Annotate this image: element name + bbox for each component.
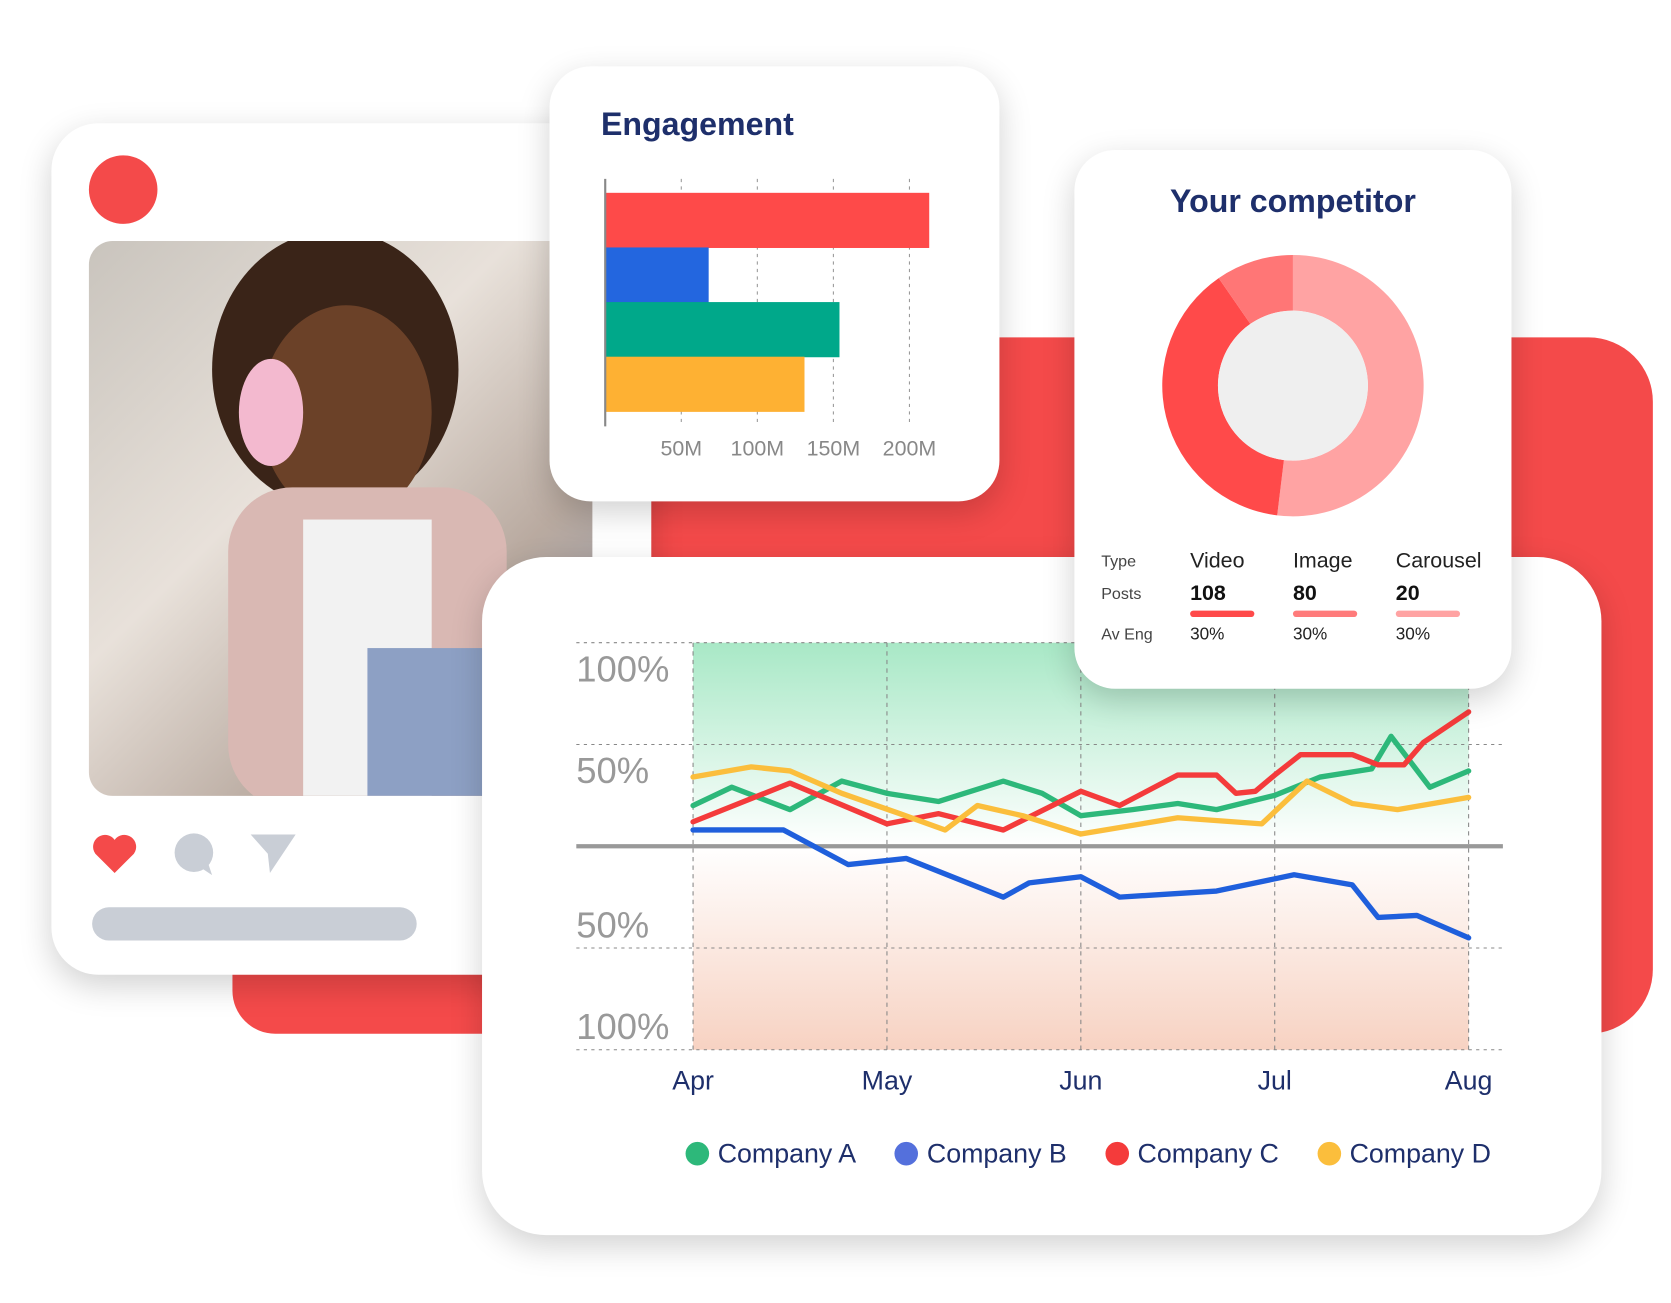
y-tick-label: 50%	[576, 904, 649, 945]
posts-bar-image	[1292, 610, 1358, 618]
comment-icon[interactable]	[174, 833, 214, 876]
legend-company-c[interactable]: Company C	[1105, 1139, 1279, 1170]
profile-avatar-dot[interactable]	[88, 155, 158, 224]
legend-dot-icon	[894, 1141, 919, 1166]
donut-hole	[1217, 310, 1368, 461]
legend-company-a[interactable]: Company A	[685, 1138, 857, 1170]
x-tick-label: Jul	[1258, 1065, 1292, 1095]
x-tick-label: 200M	[883, 436, 937, 460]
x-tick-label: 100M	[731, 436, 785, 460]
posts-video: 108	[1190, 581, 1226, 606]
y-tick-label: 50%	[576, 750, 649, 791]
send-icon[interactable]	[250, 834, 296, 874]
caption-placeholder-bar	[92, 907, 417, 941]
legend-company-b[interactable]: Company B	[894, 1138, 1067, 1170]
legend-dot-icon	[1105, 1141, 1129, 1166]
heart-icon[interactable]	[93, 834, 137, 874]
engagement-bar-chart: 50M 100M 150M 200M	[604, 178, 937, 460]
col-type-video: Video	[1190, 549, 1245, 574]
av-eng-video: 30%	[1190, 625, 1225, 644]
y-tick-label: 100%	[576, 1006, 669, 1047]
chart-legend: Company A Company B Company C Company D	[685, 1138, 1491, 1170]
legend-dot-icon	[685, 1141, 710, 1166]
av-eng-carousel: 30%	[1395, 625, 1431, 644]
col-type-carousel: Carousel	[1395, 549, 1482, 574]
competitor-title: Your competitor	[1170, 184, 1416, 220]
competitor-card: Your competitor Type Posts Av Eng Video …	[1074, 149, 1512, 689]
bar	[605, 192, 930, 248]
row-label-av-eng: Av Eng	[1101, 625, 1153, 644]
legend-label: Company C	[1137, 1138, 1279, 1169]
av-eng-image: 30%	[1292, 625, 1328, 644]
posts-bar-carousel	[1395, 610, 1461, 618]
legend-label: Company A	[717, 1138, 857, 1169]
bar	[605, 247, 709, 303]
legend-label: Company D	[1349, 1138, 1491, 1169]
engagement-card: Engagement 50M 100M 150M 200M	[549, 66, 1000, 502]
row-label-type: Type	[1101, 552, 1137, 571]
col-type-image: Image	[1292, 549, 1353, 574]
bar	[605, 302, 840, 358]
x-tick-label: 50M	[660, 436, 702, 460]
posts-carousel: 20	[1395, 581, 1420, 606]
y-tick-label: 100%	[576, 648, 669, 689]
x-tick-label: Apr	[672, 1065, 714, 1095]
competitor-donut-chart	[1162, 254, 1424, 517]
x-tick-label: Aug	[1445, 1065, 1493, 1095]
x-tick-label: Jun	[1059, 1065, 1102, 1095]
posts-bar-video	[1190, 610, 1255, 618]
post-actions	[93, 833, 296, 876]
x-tick-label: 150M	[807, 436, 861, 460]
posts-image: 80	[1292, 581, 1317, 606]
row-label-posts: Posts	[1101, 584, 1142, 604]
legend-label: Company B	[926, 1138, 1067, 1169]
legend-dot-icon	[1317, 1141, 1342, 1166]
bar	[605, 356, 805, 412]
legend-company-d[interactable]: Company D	[1317, 1139, 1491, 1170]
x-tick-label: May	[862, 1065, 913, 1095]
